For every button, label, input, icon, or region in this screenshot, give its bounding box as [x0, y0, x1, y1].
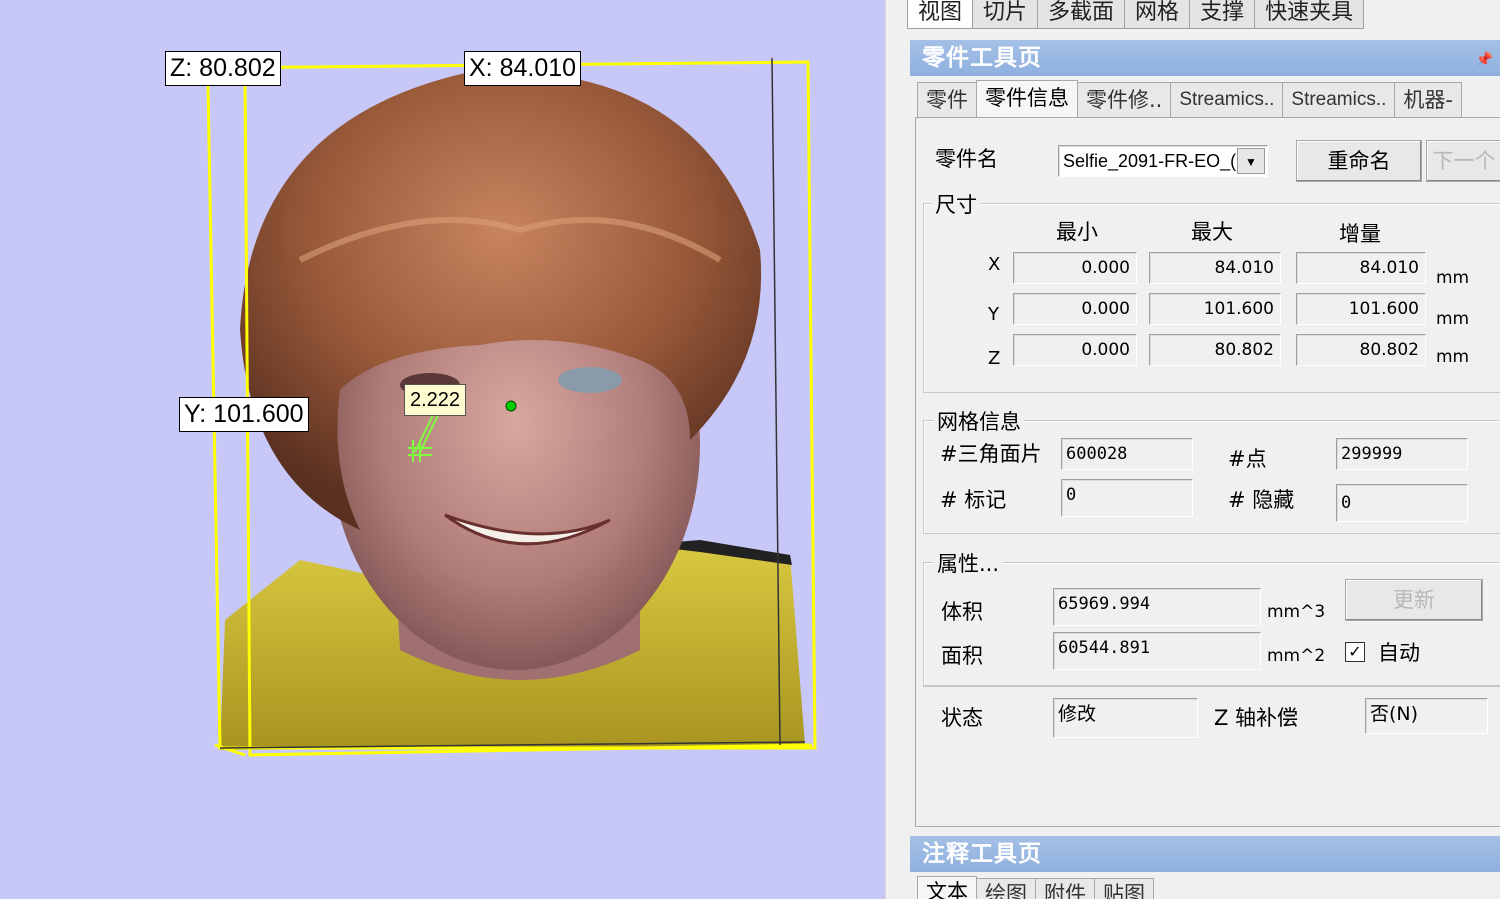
col-max-label: 最大 [1191, 220, 1233, 244]
hidden-label: # 隐藏 [1228, 488, 1295, 512]
volume-label: 体积 [941, 600, 983, 624]
next-part-button[interactable]: 下一个 [1426, 140, 1500, 182]
z-compensation-field: 否(N) [1365, 698, 1488, 734]
z-compensation-label: Z 轴补偿 [1214, 706, 1299, 730]
axis-y-label: Y [988, 304, 999, 325]
tab-multi-section[interactable]: 多截面 [1037, 0, 1126, 29]
status-label: 状态 [941, 706, 983, 730]
points-label: #点 [1228, 447, 1267, 471]
tab-streamics-2[interactable]: Streamics.. [1282, 82, 1396, 117]
tab-mesh[interactable]: 网格 [1124, 0, 1191, 29]
y-min-field: 0.000 [1013, 293, 1137, 325]
tab-quick-fixture[interactable]: 快速夹具 [1254, 0, 1365, 29]
tab-part-info[interactable]: 零件信息 [976, 80, 1078, 117]
tab-slice[interactable]: 切片 [972, 0, 1039, 29]
x-min-field: 0.000 [1013, 252, 1137, 284]
marked-field: 0 [1061, 479, 1193, 517]
top-tab-bar: 视图 切片 多截面 网格 支撑 快速夹具 [907, 0, 1365, 30]
properties-title: 属性... [934, 548, 1003, 578]
z-delta-field: 80.802 [1296, 334, 1426, 366]
volume-unit: mm^3 [1267, 602, 1326, 622]
x-max-field: 84.010 [1149, 252, 1281, 284]
z-dimension-label: Z: 80.802 [165, 51, 281, 86]
part-name-value: Selfie_2091-FR-EO_( [1063, 151, 1237, 171]
status-field: 修改 [1053, 698, 1198, 738]
axis-z-label: Z [988, 348, 1001, 369]
status-divider [923, 686, 1500, 687]
annotation-toolbar-title: 注释工具页 [922, 841, 1042, 867]
part-name-combo[interactable]: Selfie_2091-FR-EO_( ▼ [1058, 145, 1268, 177]
tab-texture[interactable]: 贴图 [1094, 878, 1154, 899]
tab-streamics-1[interactable]: Streamics.. [1170, 82, 1284, 117]
pin-icon[interactable]: 📌 [1476, 42, 1494, 78]
tab-text[interactable]: 文本 [917, 876, 977, 899]
y-delta-field: 101.600 [1296, 293, 1426, 325]
update-button[interactable]: 更新 [1345, 579, 1483, 621]
tab-support[interactable]: 支撑 [1189, 0, 1256, 29]
z-min-field: 0.000 [1013, 334, 1137, 366]
tab-attachment[interactable]: 附件 [1035, 878, 1095, 899]
annotation-toolbar-header[interactable]: 注释工具页 [910, 836, 1500, 872]
points-field: 299999 [1336, 438, 1468, 470]
area-field: 60544.891 [1053, 632, 1261, 670]
pivot-point [505, 400, 517, 412]
tab-part[interactable]: 零件 [917, 82, 977, 117]
chevron-down-icon[interactable]: ▼ [1237, 148, 1265, 174]
part-toolbar-header[interactable]: 零件工具页 📌 [910, 40, 1500, 76]
x-unit: mm [1436, 268, 1470, 288]
z-unit: mm [1436, 347, 1470, 367]
col-min-label: 最小 [1056, 220, 1098, 244]
col-delta-label: 增量 [1339, 222, 1381, 246]
volume-field: 65969.994 [1053, 588, 1261, 626]
tab-machine[interactable]: 机器- [1394, 82, 1462, 117]
auto-label: 自动 [1378, 641, 1420, 665]
part-toolbar-title: 零件工具页 [922, 45, 1042, 71]
tab-draw[interactable]: 绘图 [976, 878, 1036, 899]
rename-button[interactable]: 重命名 [1296, 140, 1422, 182]
mesh-info-title: 网格信息 [934, 406, 1024, 436]
panel-splitter[interactable] [885, 0, 908, 899]
model-render[interactable] [0, 0, 885, 899]
axis-x-label: X [988, 254, 1001, 275]
part-info-body: 零件名 Selfie_2091-FR-EO_( ▼ 重命名 下一个 尺寸 最小 … [915, 117, 1500, 827]
y-unit: mm [1436, 309, 1470, 329]
measure-value-label: 2.222 [404, 384, 467, 416]
part-subtab-bar: 零件 零件信息 零件修.. Streamics.. Streamics.. 机器… [917, 80, 1462, 118]
x-delta-field: 84.010 [1296, 252, 1426, 284]
tab-part-fix[interactable]: 零件修.. [1077, 82, 1172, 117]
tab-view[interactable]: 视图 [907, 0, 974, 29]
annotation-tab-bar: 文本 绘图 附件 贴图 [917, 876, 1154, 899]
area-unit: mm^2 [1267, 646, 1326, 666]
dimensions-title: 尺寸 [932, 189, 980, 219]
triangles-label: #三角面片 [940, 442, 1042, 466]
y-max-field: 101.600 [1149, 293, 1281, 325]
triangles-field: 600028 [1061, 438, 1193, 470]
hidden-field: 0 [1336, 484, 1468, 522]
x-dimension-label: X: 84.010 [464, 51, 582, 86]
y-dimension-label: Y: 101.600 [179, 397, 309, 432]
z-max-field: 80.802 [1149, 334, 1281, 366]
right-panel: 视图 切片 多截面 网格 支撑 快速夹具 零件工具页 📌 零件 零件信息 零件修… [907, 0, 1500, 899]
auto-checkbox[interactable]: ✓ [1345, 642, 1365, 662]
part-name-label: 零件名 [935, 147, 998, 171]
checkmark-icon: ✓ [1348, 642, 1362, 661]
3d-viewport[interactable]: Z: 80.802 X: 84.010 Y: 101.600 2.222 [0, 0, 885, 899]
marked-label: # 标记 [940, 488, 1007, 512]
area-label: 面积 [941, 644, 983, 668]
